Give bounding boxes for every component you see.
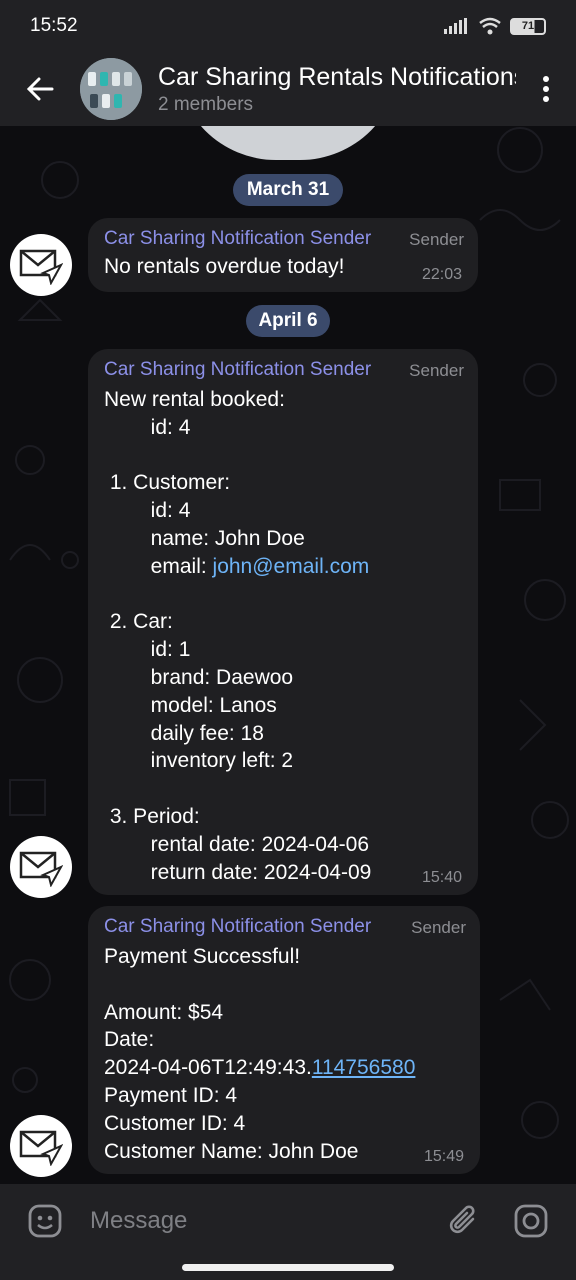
group-avatar[interactable] (80, 58, 142, 120)
date-pill-april-6: April 6 (246, 305, 330, 337)
sticker-button[interactable] (18, 1194, 72, 1248)
message-bubble[interactable]: Car Sharing Notification Sender Sender P… (88, 906, 480, 1174)
message-text: No rentals overdue today! (104, 255, 345, 278)
message-bubble[interactable]: Car Sharing Notification Sender Sender N… (88, 349, 478, 895)
sender-avatar[interactable] (10, 836, 72, 898)
status-time: 15:52 (30, 15, 78, 36)
sender-avatar[interactable] (10, 234, 72, 296)
chat-title: Car Sharing Rentals Notifications (158, 62, 516, 91)
email-link[interactable]: john@email.com (213, 555, 370, 578)
date-pill-march-31: March 31 (233, 174, 343, 206)
envelope-send-icon (19, 1130, 63, 1166)
sender-role: Sender (409, 361, 464, 380)
wifi-icon (479, 17, 501, 35)
sender-name[interactable]: Car Sharing Notification Sender (104, 916, 464, 938)
back-button[interactable] (0, 52, 80, 126)
message-text: Payment Successful! Amount: $54 Date: 20… (104, 945, 416, 1163)
sender-avatar[interactable] (10, 1115, 72, 1177)
back-arrow-icon (26, 77, 54, 101)
camera-button[interactable] (504, 1194, 558, 1248)
more-options-button[interactable] (516, 52, 576, 126)
status-bar: 15:52 71 (0, 0, 576, 52)
signal-icon (444, 18, 467, 34)
timestamp-link[interactable]: 114756580 (312, 1056, 416, 1079)
attach-icon (449, 1205, 475, 1234)
sender-role: Sender (409, 230, 464, 249)
camera-icon (514, 1204, 548, 1238)
message-time: 15:49 (423, 1148, 464, 1165)
sticker-icon (28, 1204, 62, 1238)
more-vert-icon (543, 76, 549, 102)
message-input[interactable]: Message (72, 1207, 438, 1235)
message-text: New rental booked: id: 4 1. Customer: id… (104, 388, 372, 884)
message-bubble[interactable]: Car Sharing Notification Sender Sender N… (88, 218, 478, 292)
home-indicator[interactable] (182, 1264, 394, 1271)
message-time: 15:40 (421, 869, 462, 886)
attach-button[interactable] (438, 1194, 492, 1248)
battery-icon: 71 (510, 17, 546, 35)
envelope-send-icon (19, 249, 63, 285)
header-text[interactable]: Car Sharing Rentals Notifications 2 memb… (158, 63, 516, 116)
member-count: 2 members (158, 93, 254, 115)
parking-lot-image (80, 58, 142, 120)
message-time: 22:03 (421, 266, 462, 283)
sender-role: Sender (411, 918, 466, 937)
envelope-send-icon (19, 851, 63, 887)
chat-header[interactable]: Car Sharing Rentals Notifications 2 memb… (0, 52, 576, 126)
